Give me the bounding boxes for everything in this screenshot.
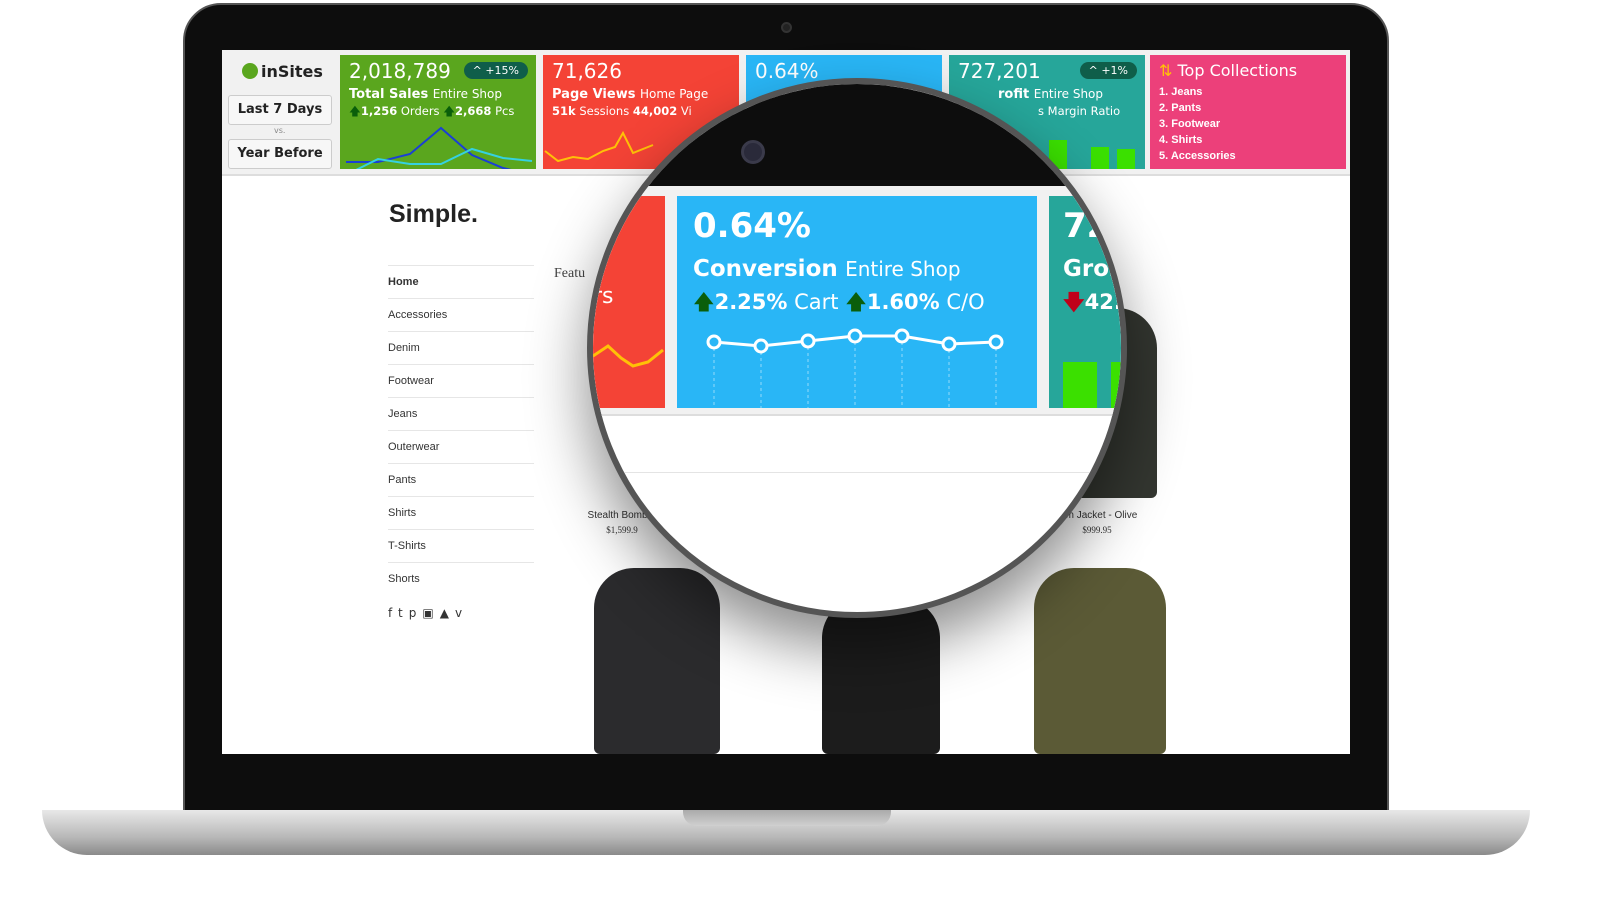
arrow-up-icon: 🡅 — [443, 104, 456, 118]
social-links: ftp▣▲v — [388, 606, 468, 620]
collection-item[interactable]: 3. Footwear — [1159, 116, 1337, 132]
sparkline-point — [988, 334, 1004, 350]
featured-heading: Featu — [554, 266, 586, 281]
views-value: 71,626 — [552, 59, 622, 83]
vimeo-icon[interactable]: v — [455, 606, 468, 620]
collections-card[interactable]: ⇅ Top Collections 1. Jeans 2. Pants 3. F… — [1150, 55, 1346, 169]
conversion-sparkline — [706, 328, 1004, 408]
conversion-value: 0.64% — [693, 206, 811, 246]
sparkline-point — [800, 333, 816, 349]
arrow-up-icon: 🡅 — [693, 290, 715, 314]
nav-item[interactable]: Footwear — [388, 364, 534, 397]
nav-item[interactable]: Accessories — [388, 298, 534, 331]
snapchat-icon[interactable]: ▲ — [440, 606, 455, 620]
sparkline-point — [847, 328, 863, 344]
vs-label: vs. — [274, 126, 286, 135]
profit-sub: s Margin Ratio — [1038, 104, 1121, 118]
sales-card[interactable]: 2,018,789 ^ +15% Total Sales Entire Shop… — [340, 55, 536, 169]
sales-sparkline — [346, 126, 533, 169]
sales-change-badge: ^ +15% — [463, 62, 528, 79]
twitter-icon[interactable]: t — [398, 606, 409, 620]
collection-item[interactable]: 4. Shirts — [1159, 132, 1337, 148]
nav-item[interactable]: T-Shirts — [388, 529, 534, 562]
magnifier: rs 0.64% Conversion Entire Shop 🡅2.25% C… — [587, 78, 1127, 618]
arrow-down-icon: 🡇 — [1063, 290, 1085, 314]
collection-item[interactable]: 2. Pants — [1159, 100, 1337, 116]
store-logo[interactable]: Simple. — [389, 200, 478, 229]
brand-name: inSites — [261, 62, 323, 81]
nav-item[interactable]: Pants — [388, 463, 534, 496]
sparkline-point — [894, 328, 910, 344]
nav-item[interactable]: Shirts — [388, 496, 534, 529]
brand-logo: inSites — [242, 62, 323, 81]
zoomed-conversion-card[interactable]: 0.64% Conversion Entire Shop 🡅2.25% Cart… — [677, 196, 1037, 408]
instagram-icon[interactable]: ▣ — [422, 606, 439, 620]
arrow-up-icon: 🡅 — [349, 104, 361, 118]
pinterest-icon[interactable]: p — [409, 606, 423, 620]
product-image[interactable] — [594, 568, 720, 754]
range-compare-button[interactable]: Year Before — [228, 139, 332, 169]
sparkline-point — [941, 336, 957, 352]
camera-icon — [781, 22, 792, 33]
nav-item[interactable]: Outerwear — [388, 430, 534, 463]
profit-scope: Entire Shop — [1033, 87, 1104, 101]
zoomed-profit-card: 72 Gros 🡇42.9 — [1049, 196, 1121, 408]
conversion-title: Conversion Entire Shop — [693, 256, 961, 282]
sparkline-point — [706, 334, 722, 350]
nav-item[interactable]: Shorts — [388, 562, 534, 595]
nav-item[interactable]: Denim — [388, 331, 534, 364]
nav-item[interactable]: Jeans — [388, 397, 534, 430]
arrow-up-icon: 🡅 — [845, 290, 867, 314]
zoomed-views-card: rs — [593, 196, 665, 408]
range-current-button[interactable]: Last 7 Days — [228, 95, 332, 125]
collection-item[interactable]: 1. Jeans — [1159, 84, 1337, 100]
sort-icon: ⇅ — [1159, 61, 1173, 80]
laptop-notch — [683, 810, 891, 826]
views-visitors: 44,002 — [632, 104, 678, 118]
facebook-icon[interactable]: f — [388, 606, 398, 620]
product-image[interactable] — [822, 598, 940, 754]
sparkline-point — [753, 338, 769, 354]
product-image[interactable] — [1034, 568, 1166, 754]
bar-chart-icon — [242, 63, 258, 79]
views-title: Page Views Home Page — [552, 87, 709, 102]
camera-icon — [741, 140, 765, 164]
profit-change-badge: ^ +1% — [1079, 62, 1137, 79]
views-scope: Home Page — [639, 87, 709, 101]
collections-title: ⇅ Top Collections — [1159, 61, 1298, 80]
nav-item[interactable]: Home — [388, 265, 534, 298]
collection-item[interactable]: 5. Accessories — [1159, 148, 1337, 164]
sales-title: Total Sales Entire Shop — [349, 87, 502, 102]
conversion-sub: 🡅2.25% Cart 🡅1.60% C/O — [693, 290, 985, 314]
